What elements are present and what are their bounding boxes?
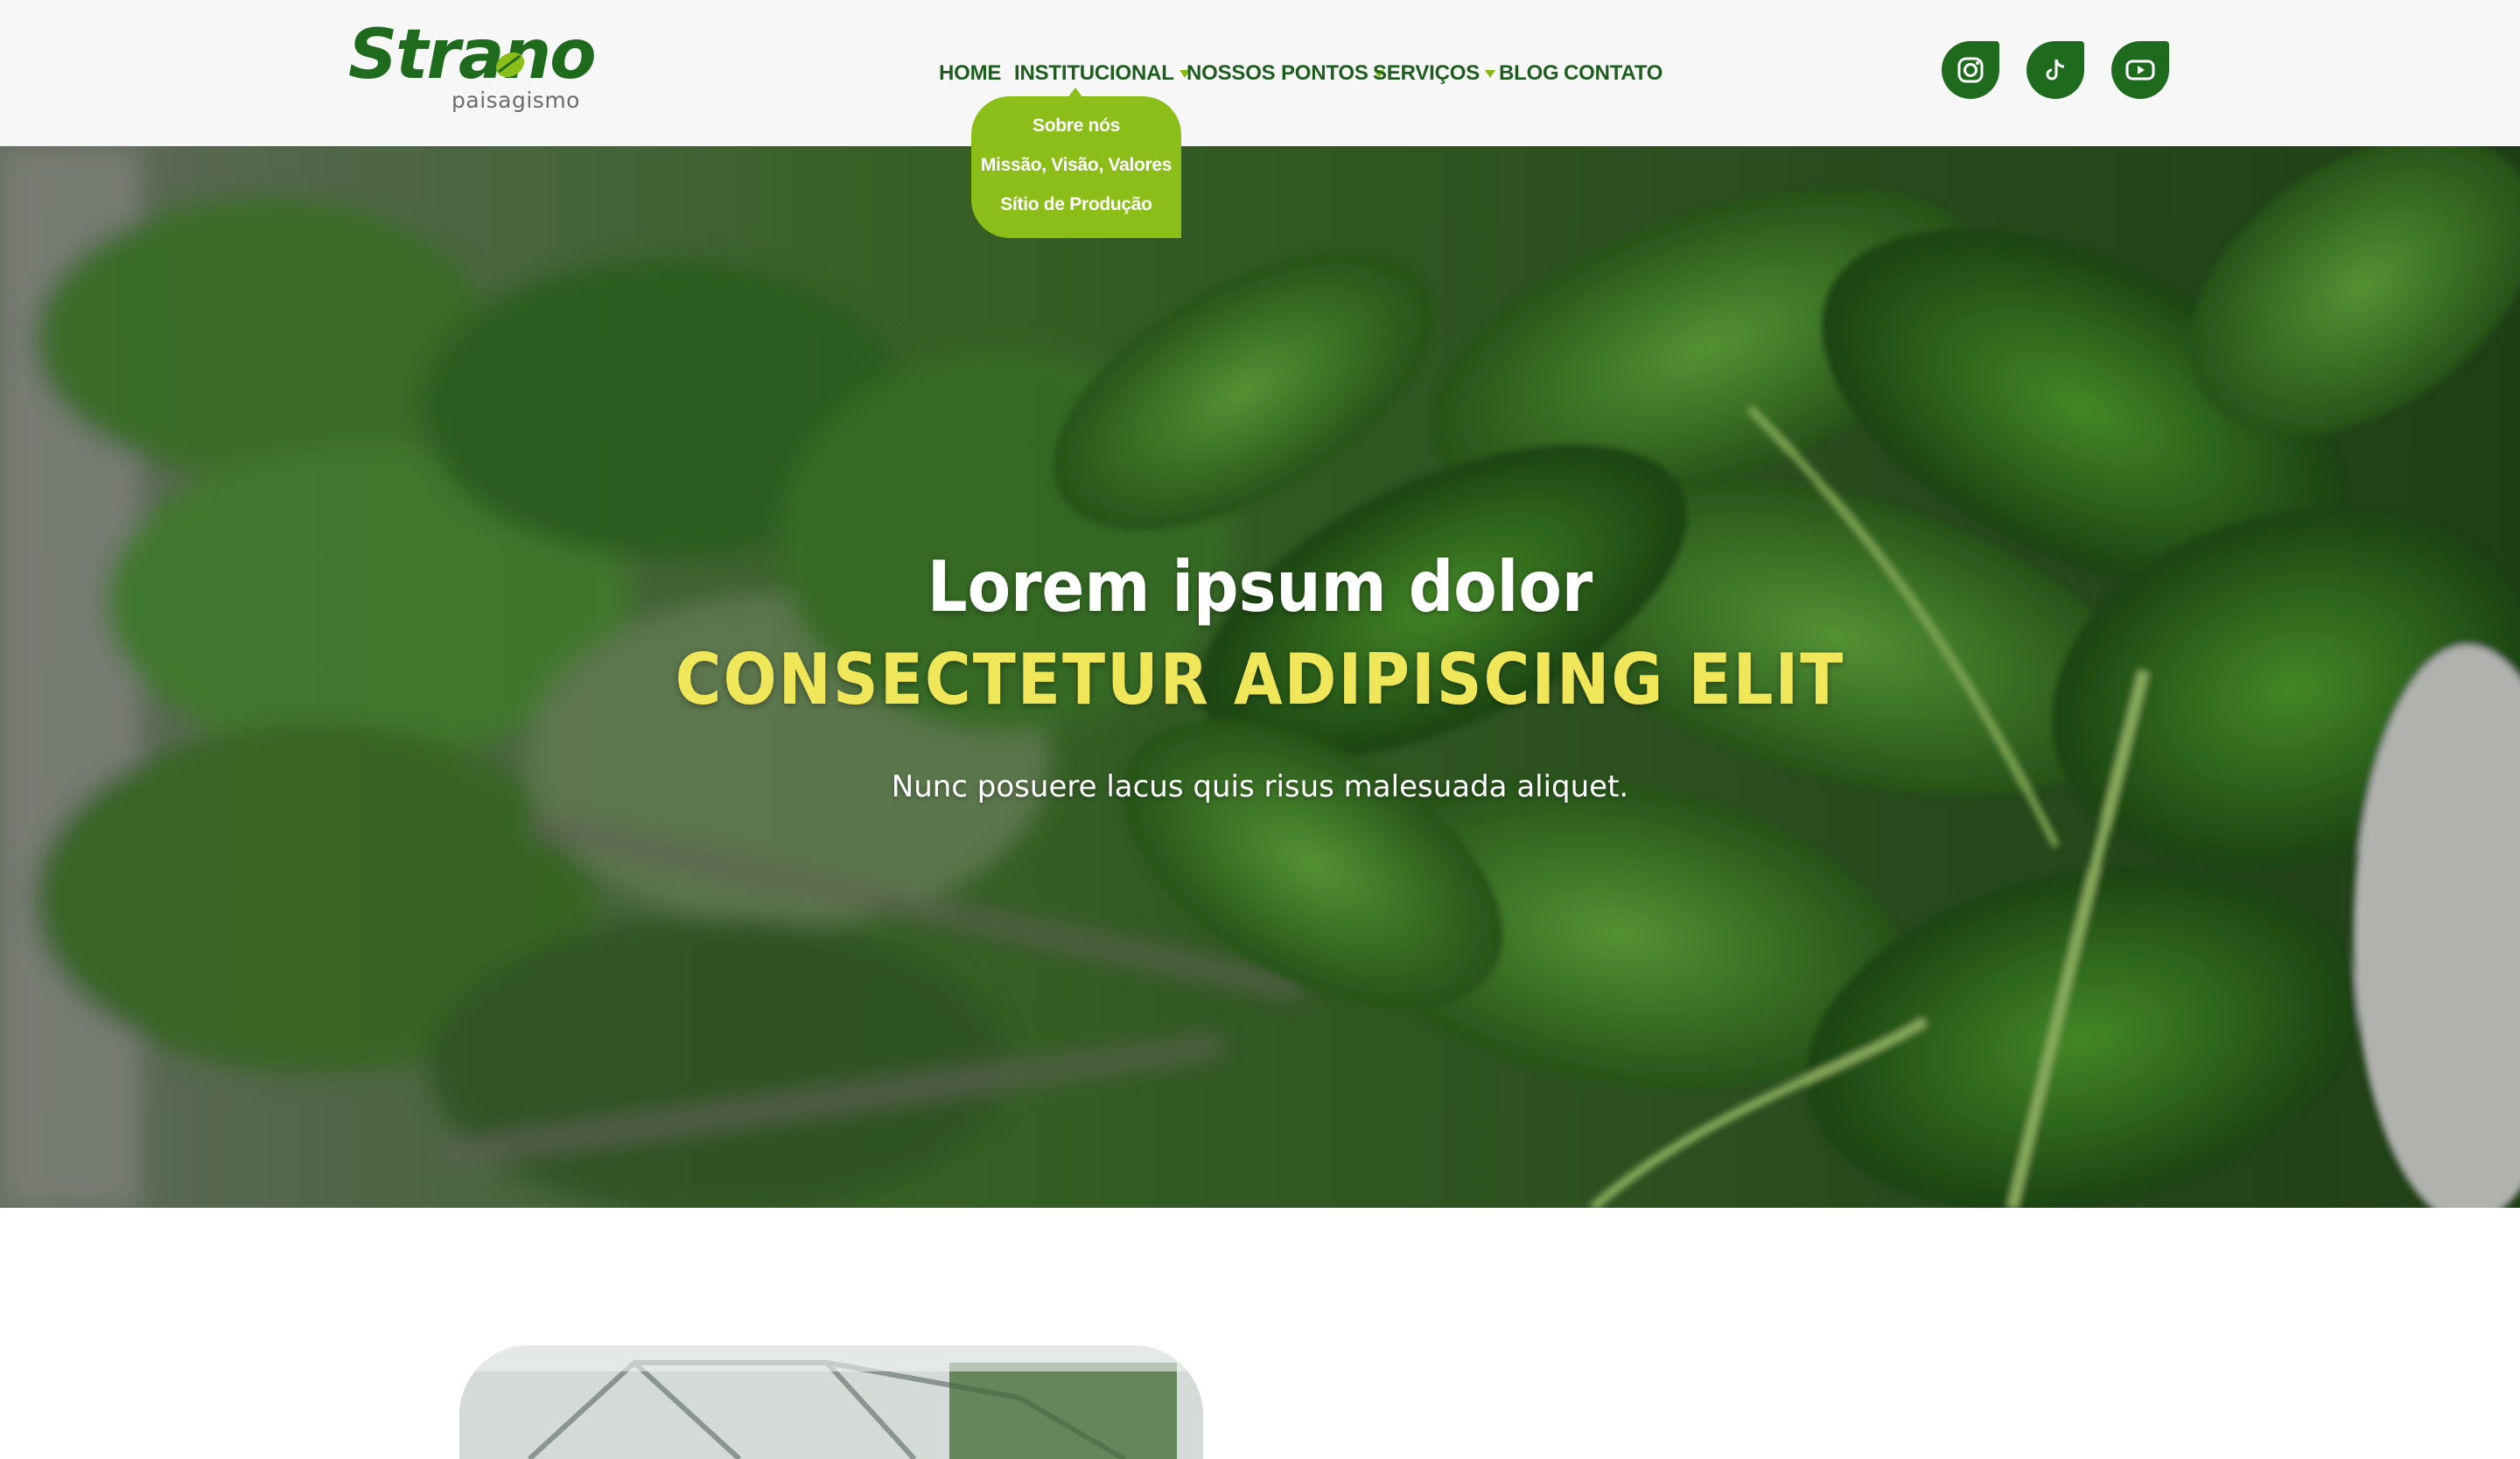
greenhouse-image — [459, 1345, 1203, 1459]
institucional-dropdown: Sobre nós Missão, Visão, Valores Sítio d… — [971, 88, 1181, 238]
nav-home[interactable]: HOME — [939, 56, 1001, 91]
tiktok-icon — [2046, 59, 2065, 81]
hero-banner: Lorem ipsum dolor CONSECTETUR ADIPISCING… — [0, 146, 2520, 1208]
nav-nossos-pontos[interactable]: NOSSOS PONTOS — [1186, 56, 1384, 91]
hero-text: Nunc posuere lacus quis risus malesuada … — [891, 769, 1629, 804]
instagram-button[interactable] — [1942, 41, 1999, 99]
instagram-icon — [1957, 57, 1984, 83]
logo-tagline: paisagismo — [452, 88, 580, 113]
youtube-button[interactable] — [2111, 41, 2169, 99]
nav-institucional[interactable]: INSTITUCIONAL — [1014, 56, 1190, 91]
youtube-icon — [2125, 60, 2155, 81]
hero-title: Lorem ipsum dolor — [927, 546, 1593, 628]
caret-down-icon — [1485, 70, 1495, 79]
leaf-icon — [495, 52, 525, 78]
nav-nossos-pontos-label: NOSSOS PONTOS — [1186, 61, 1368, 85]
tiktok-button[interactable] — [2026, 41, 2084, 99]
logo[interactable]: Strano paisagismo — [348, 21, 597, 114]
dropdown-item-sobre-nos[interactable]: Sobre nós — [971, 116, 1181, 137]
section-image — [459, 1345, 1203, 1459]
nav-servicos-label: SERVIÇOS — [1373, 61, 1480, 85]
nav-servicos[interactable]: SERVIÇOS — [1373, 56, 1495, 91]
hero-subtitle: CONSECTETUR ADIPISCING ELIT — [675, 639, 1845, 720]
site-header: Strano paisagismo HOME INSTITUCIONAL NOS… — [0, 0, 2520, 146]
nav-contato[interactable]: CONTATO — [1564, 56, 1662, 91]
dropdown-item-missao[interactable]: Missão, Visão, Valores — [971, 155, 1181, 176]
nav-institucional-label: INSTITUCIONAL — [1014, 61, 1174, 85]
logo-wordmark: Strano — [348, 16, 597, 95]
dropdown-item-sitio[interactable]: Sítio de Produção — [971, 194, 1181, 215]
nav-blog[interactable]: BLOG — [1499, 56, 1559, 91]
